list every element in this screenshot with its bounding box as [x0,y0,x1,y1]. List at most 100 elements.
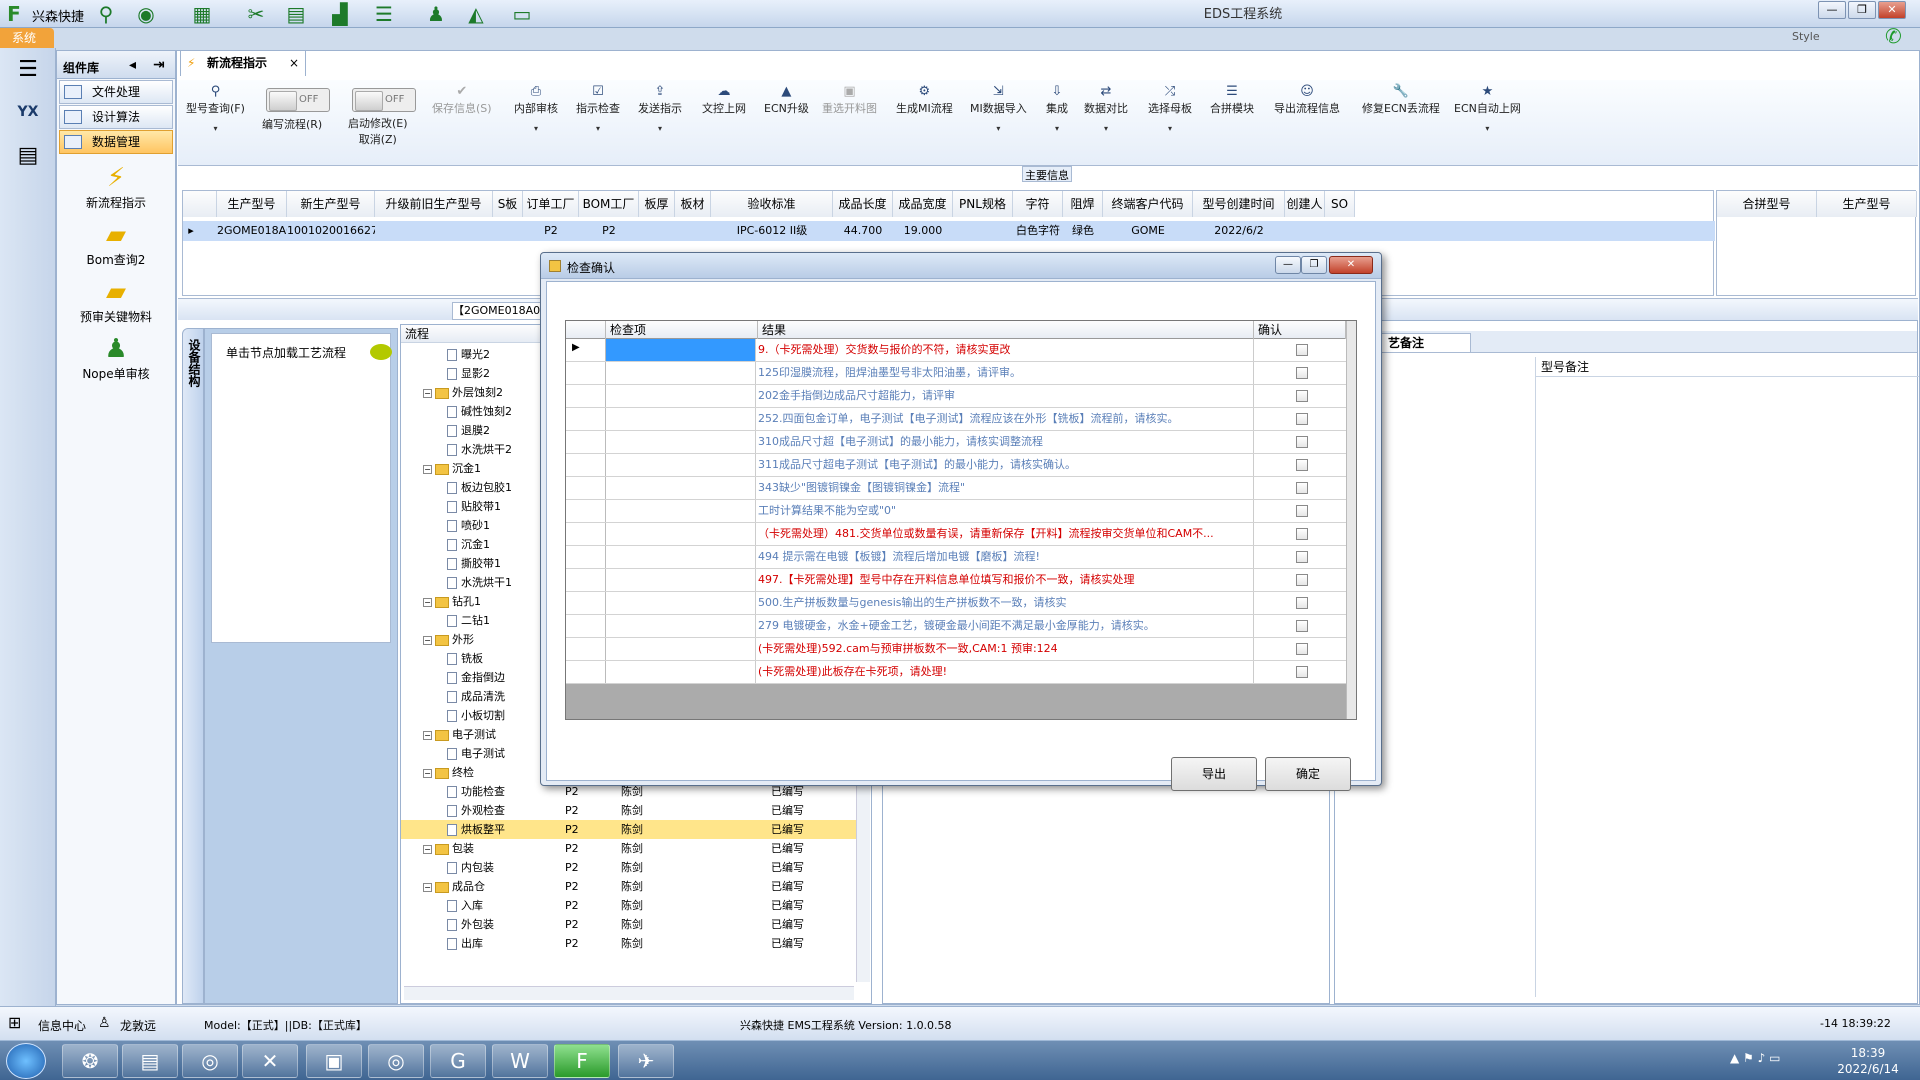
collapse-icon[interactable]: − [423,844,432,854]
row-header[interactable] [566,385,606,407]
row-header[interactable] [566,454,606,476]
maximize-button[interactable]: ❐ [1848,1,1876,19]
check-item-cell[interactable] [606,477,756,499]
user-icon[interactable]: ♟ [424,2,448,26]
check-row[interactable]: 310成品尺寸超【电子测试】的最小能力，请核实调整流程 [566,431,1346,454]
check-result-cell[interactable]: (卡死需处理)此板存在卡死项，请处理! [758,661,1254,683]
tab-new-flow[interactable]: ⚡ 新流程指示 × [180,50,306,76]
main-col-header[interactable]: 字符 [1013,191,1063,217]
collapse-icon[interactable]: − [423,768,432,778]
check-row[interactable]: (卡死需处理)592.cam与预审拼板数不一致,CAM:1 预审:124 [566,638,1346,661]
row-header[interactable] [566,569,606,591]
calculator-icon[interactable]: ▤ [8,138,48,174]
tree-node[interactable]: − 包装 P2 陈剑 已编写 [401,839,857,858]
collapse-left-icon[interactable]: ◂ [129,57,136,73]
main-col-header[interactable]: 订单工厂 [523,191,579,217]
confirm-checkbox[interactable] [1296,551,1308,563]
main-col-header[interactable]: 板厚 [639,191,675,217]
collapse-icon[interactable]: − [423,730,432,740]
confirm-checkbox[interactable] [1296,344,1308,356]
pin-icon[interactable]: ⇥ [153,57,165,73]
confirm-checkbox[interactable] [1296,436,1308,448]
taskbar-app-feather-icon[interactable]: ✈ [618,1044,674,1078]
row-header[interactable] [566,477,606,499]
tree-node[interactable]: 外包装 P2 陈剑 已编写 [401,915,857,934]
main-col-header[interactable]: 生产型号 [217,191,287,217]
check-result-cell[interactable]: 500.生产拼板数量与genesis输出的生产拼板数不一致，请核实 [758,592,1254,614]
dialog-minimize-button[interactable]: — [1275,256,1301,274]
check-result-cell[interactable]: 310成品尺寸超【电子测试】的最小能力，请核实调整流程 [758,431,1254,453]
instruction-check-button[interactable]: ☑ 指示检查 ▾ [576,84,620,133]
taskbar-app-word-icon[interactable]: W [492,1044,548,1078]
comp-item-algo[interactable]: 设计算法 [59,105,173,129]
main-cell[interactable]: 白色字符 [1013,221,1063,241]
send-instruction-button[interactable]: ⇪ 发送指示 ▾ [638,84,682,133]
check-item-cell[interactable] [606,408,756,430]
doc-online-button[interactable]: ☁ 文控上网 [702,84,746,116]
clock[interactable]: 18:39 2022/6/14 [1820,1045,1916,1077]
check-item-cell[interactable] [606,638,756,660]
row-header[interactable] [566,638,606,660]
merge-module-button[interactable]: ☰ 合拼模块 [1210,84,1254,116]
check-result-cell[interactable]: 252.四面包金订单，电子测试【电子测试】流程应该在外形【铣板】流程前，请核实。 [758,408,1254,430]
check-result-cell[interactable]: 497.【卡死需处理】型号中存在开料信息单位填写和报价不一致，请核实处理 [758,569,1254,591]
taskbar-app-save-icon[interactable]: ▣ [306,1044,362,1078]
confirm-checkbox[interactable] [1296,574,1308,586]
close-tab-icon[interactable]: × [289,51,299,75]
export-flow-info-button[interactable]: ☺ 导出流程信息 [1274,84,1340,116]
main-col-header[interactable]: BOM工厂 [579,191,639,217]
check-item-cell[interactable] [606,385,756,407]
taskbar-app-shell-icon[interactable]: ❂ [62,1044,118,1078]
write-flow-toggle[interactable]: OFF [266,88,330,112]
check-result-cell[interactable]: 9.（卡死需处理）交货数与报价的不符，请核实更改 [758,339,1254,361]
check-item-cell[interactable] [606,592,756,614]
confirm-checkbox[interactable] [1296,482,1308,494]
write-flow-button[interactable]: 编写流程(R) [262,116,322,132]
check-row[interactable]: 工时计算结果不能为空或"0" [566,500,1346,523]
confirm-checkbox[interactable] [1296,390,1308,402]
check-item-cell[interactable] [606,454,756,476]
menu-icon[interactable]: ☰ [8,52,48,88]
check-result-cell[interactable]: 202金手指倒边成品尺寸超能力，请评审 [758,385,1254,407]
comp-item-file[interactable]: 文件处理 [59,80,173,104]
dialog-close-button[interactable]: ✕ [1329,256,1373,274]
model-remark-header[interactable]: 型号备注 [1535,357,1919,377]
mi-import-button[interactable]: ⇲ MI数据导入 ▾ [970,84,1027,133]
taskbar-app-f-icon[interactable]: F [554,1044,610,1078]
check-result-cell[interactable]: (卡死需处理)592.cam与预审拼板数不一致,CAM:1 预审:124 [758,638,1254,660]
tree-node[interactable]: − 成品仓 P2 陈剑 已编写 [401,877,857,896]
main-col-header[interactable]: 成品长度 [833,191,893,217]
main-cell[interactable]: 绿色 [1063,221,1103,241]
check-row[interactable]: （卡死需处理）481.交货单位或数量有误，请重新保存【开料】流程按审交货单位和C… [566,523,1346,546]
check-item-cell[interactable] [606,339,756,361]
collapse-icon[interactable]: − [423,597,432,607]
main-cell[interactable]: 10010200166276 [287,221,375,241]
close-button[interactable]: ✕ [1878,1,1906,19]
check-item-cell[interactable] [606,431,756,453]
globe-icon[interactable]: ◉ [134,2,158,26]
internal-review-button[interactable]: ⎙ 内部审核 ▾ [514,84,558,133]
main-col-header[interactable]: 升级前旧生产型号 [375,191,493,217]
query-model-button[interactable]: ⚲ 型号查询(F) ▾ [186,84,245,133]
confirm-checkbox[interactable] [1296,505,1308,517]
check-item-cell[interactable] [606,523,756,545]
row-header[interactable] [566,523,606,545]
col-header-confirm[interactable]: 确认 [1254,321,1346,339]
confirm-checkbox[interactable] [1296,413,1308,425]
model-tab[interactable]: 【2GOME018A0】 [452,302,551,320]
check-result-cell[interactable]: 494 提示需在电镀【板镀】流程后增加电镀【磨板】流程! [758,546,1254,568]
confirm-checkbox[interactable] [1296,528,1308,540]
main-col-header[interactable]: 创建人 [1285,191,1325,217]
export-button[interactable]: 导出 [1171,757,1257,791]
taskbar-app-eye2-icon[interactable]: ◎ [368,1044,424,1078]
confirm-checkbox[interactable] [1296,597,1308,609]
main-col-header[interactable]: 型号创建时间 [1193,191,1285,217]
check-result-cell[interactable]: 311成品尺寸超电子测试【电子测试】的最小能力，请核实确认。 [758,454,1254,476]
main-col-header[interactable]: 终端客户代码 [1103,191,1193,217]
main-cell[interactable] [375,221,493,241]
main-cell[interactable]: P2 [523,221,579,241]
row-header[interactable] [566,661,606,683]
main-col-header[interactable]: 阻焊 [1063,191,1103,217]
main-col-header[interactable]: 板材 [675,191,711,217]
check-item-cell[interactable] [606,615,756,637]
